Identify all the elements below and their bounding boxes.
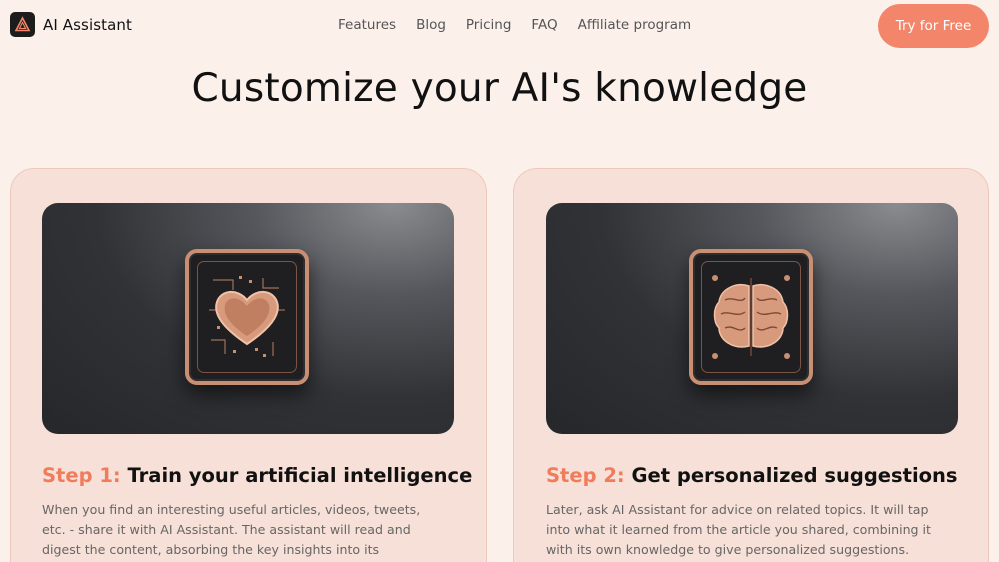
page-title: Customize your AI's knowledge (191, 66, 808, 111)
step-1-title: Step 1: Train your artificial intelligen… (42, 464, 472, 487)
step-2-heading: Get personalized suggestions (631, 464, 958, 487)
step-card-1: Step 1: Train your artificial intelligen… (10, 168, 487, 562)
nav-pricing[interactable]: Pricing (466, 17, 512, 33)
try-for-free-button[interactable]: Try for Free (878, 4, 989, 48)
triangle-logo-icon (10, 12, 35, 37)
nav-faq[interactable]: FAQ (531, 17, 557, 33)
step-1-description: When you find an interesting useful arti… (42, 502, 421, 557)
step-2-image (546, 203, 958, 434)
step-1-image (42, 203, 454, 434)
nav-affiliate-program[interactable]: Affiliate program (578, 17, 692, 33)
step-2-label: Step 2: (546, 464, 625, 487)
brand[interactable]: AI Assistant (10, 12, 132, 37)
nav-blog[interactable]: Blog (416, 17, 446, 33)
step-2-description: Later, ask AI Assistant for advice on re… (546, 502, 931, 557)
brain-chip-icon (689, 249, 813, 385)
step-1-heading: Train your artificial intelligence (127, 464, 473, 487)
main-nav: Features Blog Pricing FAQ Affiliate prog… (338, 17, 711, 33)
step-card-2: Step 2: Get personalized suggestions Lat… (513, 168, 989, 562)
step-1-label: Step 1: (42, 464, 121, 487)
landing-page: AI Assistant Features Blog Pricing FAQ A… (0, 0, 999, 562)
nav-features[interactable]: Features (338, 17, 396, 33)
site-header: AI Assistant Features Blog Pricing FAQ A… (0, 0, 999, 52)
step-2-title: Step 2: Get personalized suggestions (546, 464, 958, 487)
heart-chip-icon (185, 249, 309, 385)
brand-name: AI Assistant (43, 15, 132, 34)
